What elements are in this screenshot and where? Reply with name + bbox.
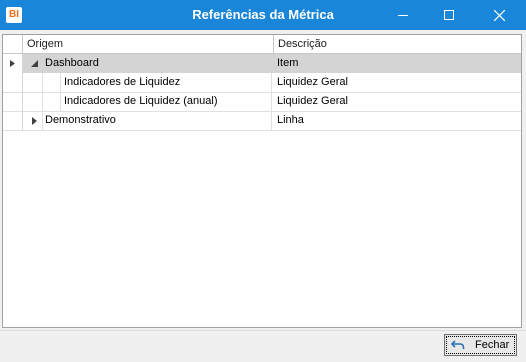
cell-origem: Dashboard bbox=[45, 57, 99, 69]
minimize-button[interactable] bbox=[380, 0, 426, 30]
column-header-descricao[interactable]: Descrição bbox=[274, 35, 518, 53]
title-bar[interactable]: BI Referências da Métrica bbox=[0, 0, 526, 30]
table-row[interactable]: Dashboard Item bbox=[3, 54, 521, 73]
table-row[interactable]: Demonstrativo Linha bbox=[3, 111, 521, 131]
cell-descricao: Liquidez Geral bbox=[277, 76, 348, 88]
collapse-toggle[interactable] bbox=[30, 59, 39, 68]
close-window-button[interactable] bbox=[472, 0, 526, 30]
expanded-triangle-icon bbox=[31, 60, 38, 67]
fechar-button[interactable]: Fechar bbox=[444, 334, 517, 356]
tree-indent-line bbox=[60, 92, 61, 111]
tree-indent-line bbox=[42, 73, 43, 92]
current-row-arrow-icon bbox=[10, 60, 15, 67]
cell-origem: Indicadores de Liquidez bbox=[64, 76, 181, 88]
maximize-button[interactable] bbox=[426, 0, 472, 30]
table-row[interactable]: Indicadores de Liquidez Liquidez Geral bbox=[3, 73, 521, 93]
cell-descricao: Item bbox=[277, 57, 299, 69]
tree-indent-line bbox=[42, 111, 43, 130]
minimize-icon bbox=[398, 15, 408, 16]
collapsed-triangle-icon bbox=[32, 116, 37, 125]
cell-origem: Demonstrativo bbox=[45, 114, 116, 126]
dialog-client-area: Origem Descrição Dashboard Item Indicado… bbox=[0, 30, 526, 362]
cell-descricao: Linha bbox=[277, 114, 304, 126]
row-indicator bbox=[3, 54, 23, 73]
cell-origem: Indicadores de Liquidez (anual) bbox=[64, 95, 218, 107]
expand-toggle[interactable] bbox=[30, 116, 39, 125]
row-indicator bbox=[3, 73, 23, 92]
maximize-icon bbox=[444, 10, 454, 20]
fechar-button-label: Fechar bbox=[475, 339, 510, 351]
row-indicator bbox=[3, 92, 23, 111]
footer-divider bbox=[0, 330, 526, 331]
tree-indent-line bbox=[60, 73, 61, 92]
grid-header: Origem Descrição bbox=[3, 35, 521, 54]
undo-arrow-icon bbox=[451, 340, 465, 349]
column-separator bbox=[271, 73, 272, 92]
column-separator bbox=[271, 111, 272, 130]
tree-indent-line bbox=[42, 92, 43, 111]
close-icon bbox=[493, 9, 505, 21]
column-separator bbox=[271, 92, 272, 111]
table-row[interactable]: Indicadores de Liquidez (anual) Liquidez… bbox=[3, 92, 521, 112]
row-indicator-header bbox=[3, 35, 23, 53]
references-grid[interactable]: Origem Descrição Dashboard Item Indicado… bbox=[2, 34, 522, 328]
column-header-origem[interactable]: Origem bbox=[23, 35, 274, 53]
row-indicator bbox=[3, 111, 23, 130]
cell-descricao: Liquidez Geral bbox=[277, 95, 348, 107]
